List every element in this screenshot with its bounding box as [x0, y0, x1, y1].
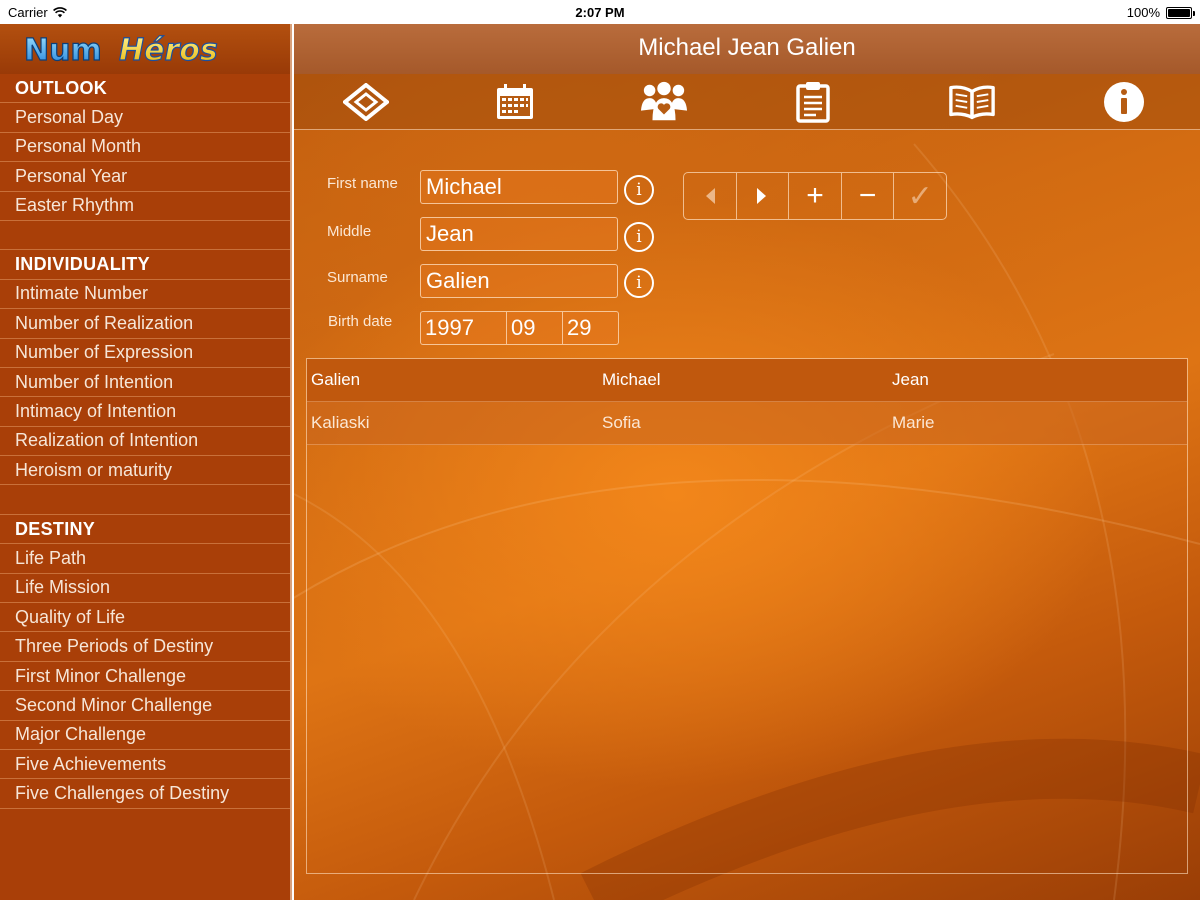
birth-day-field[interactable]: 29: [563, 312, 618, 344]
toolbar-clipboard-button[interactable]: [789, 80, 837, 124]
diamond-icon: [343, 83, 389, 121]
middle-name-field[interactable]: Jean: [420, 217, 618, 251]
sidebar-item-number-of-realization[interactable]: Number of Realization: [0, 309, 290, 339]
sidebar-item-quality-of-life[interactable]: Quality of Life: [0, 603, 290, 633]
sidebar-item-number-of-intention[interactable]: Number of Intention: [0, 368, 290, 398]
first-name-info-button[interactable]: i: [624, 175, 654, 205]
sidebar-item-personal-day[interactable]: Personal Day: [0, 103, 290, 133]
sidebar-spacer: [0, 485, 290, 515]
sidebar-menu: OUTLOOK Personal Day Personal Month Persona…: [0, 74, 290, 809]
caret-left-icon: [705, 188, 715, 204]
confirm-button[interactable]: ✓: [894, 173, 946, 219]
sidebar-item-three-periods-of-destiny[interactable]: Three Periods of Destiny: [0, 632, 290, 662]
sidebar-item-heroism-or-maturity[interactable]: Heroism or maturity: [0, 456, 290, 486]
surname-info-button[interactable]: i: [624, 268, 654, 298]
table-cell-surname: Kaliaski: [311, 413, 370, 432]
table-row[interactable]: Kaliaski Sofia Marie: [307, 402, 1187, 445]
main-panel: Michael Jean Galien First name Michael i…: [294, 24, 1200, 900]
table-cell-middle: Marie: [892, 413, 935, 432]
table-cell-middle: Jean: [892, 370, 929, 389]
toolbar-book-button[interactable]: [948, 80, 996, 124]
sidebar-item-second-minor-challenge[interactable]: Second Minor Challenge: [0, 691, 290, 721]
status-bar: Carrier 2:07 PM 100%: [0, 0, 1200, 24]
people-table: Galien Michael Jean Kaliaski Sofia Marie: [306, 358, 1188, 874]
toolbar-diamond-button[interactable]: [342, 80, 390, 124]
calendar-icon: [497, 84, 533, 119]
toolbar-people-button[interactable]: [640, 80, 688, 124]
svg-text:Héros: Héros: [119, 33, 218, 67]
add-button[interactable]: +: [789, 173, 842, 219]
battery-group: 100%: [1126, 5, 1195, 20]
sidebar-item-life-path[interactable]: Life Path: [0, 544, 290, 574]
sidebar-item-life-mission[interactable]: Life Mission: [0, 574, 290, 604]
surname-field[interactable]: Galien: [420, 264, 618, 298]
table-row[interactable]: Galien Michael Jean: [307, 359, 1187, 402]
birth-date-field: 1997 09 29: [420, 311, 619, 345]
battery-icon: [1166, 6, 1195, 19]
battery-percent: 100%: [1126, 5, 1160, 20]
book-icon: [949, 85, 995, 120]
table-cell-surname: Galien: [311, 370, 361, 389]
next-button[interactable]: [737, 173, 790, 219]
remove-button[interactable]: −: [842, 173, 895, 219]
info-icon: i: [636, 180, 642, 200]
page-title: Michael Jean Galien: [294, 24, 1200, 74]
middle-name-info-button[interactable]: i: [624, 222, 654, 252]
sidebar-item-intimacy-of-intention[interactable]: Intimacy of Intention: [0, 397, 290, 427]
caret-right-icon: [757, 188, 767, 204]
sidebar-item-number-of-expression[interactable]: Number of Expression: [0, 339, 290, 368]
info-icon: i: [636, 227, 642, 247]
surname-label: Surname: [327, 269, 388, 286]
logo-bar: Num Héros: [0, 24, 290, 74]
birth-date-label: Birth date: [328, 313, 393, 330]
sidebar: Num Héros OUTLOOK Personal Day Personal Mo…: [0, 24, 292, 900]
sidebar-item-five-achievements[interactable]: Five Achievements: [0, 750, 290, 780]
sidebar-item-intimate-number[interactable]: Intimate Number: [0, 280, 290, 310]
sidebar-section-header: INDIVIDUALITY: [0, 250, 290, 280]
middle-name-label: Middle: [327, 223, 372, 240]
sidebar-section-header: DESTINY: [0, 515, 290, 545]
record-nav-group: + − ✓: [683, 172, 947, 220]
sidebar-item-personal-year[interactable]: Personal Year: [0, 162, 290, 192]
people-heart-icon: [640, 81, 688, 121]
first-name-label: First name: [327, 175, 398, 192]
sidebar-item-major-challenge[interactable]: Major Challenge: [0, 721, 290, 750]
sidebar-item-easter-rhythm[interactable]: Easter Rhythm: [0, 192, 290, 221]
toolbar: [294, 74, 1200, 130]
clipboard-icon: [796, 82, 830, 123]
app-logo: Num Héros: [23, 32, 218, 67]
toolbar-calendar-button[interactable]: [491, 80, 539, 124]
sidebar-section-header: OUTLOOK: [0, 74, 290, 104]
sidebar-spacer: [0, 221, 290, 251]
sidebar-item-five-challenges-of-destiny[interactable]: Five Challenges of Destiny: [0, 779, 290, 809]
birth-year-field[interactable]: 1997: [421, 312, 507, 344]
sidebar-item-first-minor-challenge[interactable]: First Minor Challenge: [0, 662, 290, 692]
sidebar-item-personal-month[interactable]: Personal Month: [0, 133, 290, 163]
svg-text:Num: Num: [24, 33, 102, 67]
battery-fill: [1168, 8, 1190, 17]
status-time: 2:07 PM: [575, 5, 625, 20]
table-cell-first: Michael: [602, 370, 661, 389]
info-icon: [1104, 82, 1144, 122]
sidebar-item-realization-of-intention[interactable]: Realization of Intention: [0, 427, 290, 457]
table-cell-first: Sofia: [602, 413, 641, 432]
info-icon: i: [636, 273, 642, 293]
birth-month-field[interactable]: 09: [507, 312, 563, 344]
toolbar-info-button[interactable]: [1100, 80, 1148, 124]
first-name-field[interactable]: Michael: [420, 170, 618, 204]
previous-button[interactable]: [684, 173, 737, 219]
